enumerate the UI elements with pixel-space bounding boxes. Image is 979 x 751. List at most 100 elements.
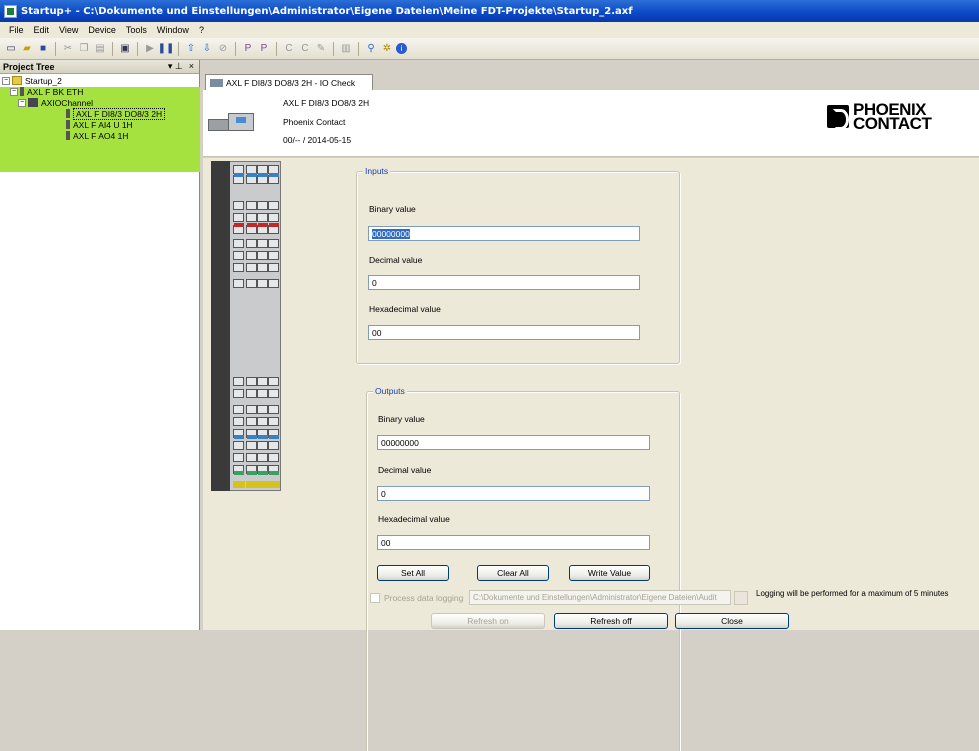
parameter-write-icon[interactable]: P xyxy=(257,42,271,56)
tree-item-module-selected[interactable]: AXL F DI8/3 DO8/3 2H xyxy=(66,107,166,120)
set-all-button[interactable]: Set All xyxy=(377,565,449,581)
module-terminal xyxy=(257,251,268,260)
tree-item-project[interactable]: − Startup_2 xyxy=(2,75,62,86)
menu-window[interactable]: Window xyxy=(152,25,194,35)
menu-help[interactable]: ? xyxy=(194,25,209,35)
clear-all-button[interactable]: Clear All xyxy=(477,565,549,581)
module-terminal xyxy=(257,417,268,426)
module-picture xyxy=(211,161,281,496)
module-terminal xyxy=(246,405,257,414)
device-vendor: Phoenix Contact xyxy=(283,117,346,127)
module-terminal xyxy=(246,417,257,426)
toolbar-separator xyxy=(276,41,277,56)
menu-tools[interactable]: Tools xyxy=(121,25,152,35)
info-icon[interactable]: i xyxy=(396,43,407,54)
tree-item-bus-coupler[interactable]: − AXL F BK ETH xyxy=(10,86,83,97)
copy-icon[interactable]: ❐ xyxy=(77,42,91,56)
inputs-decimal-field[interactable]: 0 xyxy=(368,275,640,290)
refresh-on-button[interactable]: Refresh on xyxy=(431,613,545,629)
module-terminal xyxy=(257,213,268,222)
upload-icon[interactable]: ⇧ xyxy=(184,42,198,56)
module-terminal xyxy=(246,239,257,248)
browse-folder-icon[interactable] xyxy=(734,591,748,605)
menu-device[interactable]: Device xyxy=(83,25,121,35)
close-button[interactable]: Close xyxy=(675,613,789,629)
module-blue-marker xyxy=(258,173,268,177)
play-icon[interactable]: ▶ xyxy=(143,42,157,56)
collapse-icon[interactable]: − xyxy=(2,76,10,85)
tree-item-module[interactable]: AXL F AO4 1H xyxy=(66,130,128,141)
tab-io-check[interactable]: AXL F DI8/3 DO8/3 2H - IO Check xyxy=(205,74,373,90)
module-terminal xyxy=(246,389,257,398)
cut-icon[interactable]: ✂ xyxy=(61,42,75,56)
module-terminal xyxy=(246,251,257,260)
new-icon[interactable]: ▭ xyxy=(4,42,18,56)
close-icon[interactable]: × xyxy=(189,61,194,72)
module-terminal xyxy=(233,201,244,210)
outputs-group: Outputs Binary value 00000000 Decimal va… xyxy=(366,386,680,751)
module-green-marker xyxy=(258,471,268,475)
download-icon[interactable]: ⇩ xyxy=(200,42,214,56)
module-terminal xyxy=(257,239,268,248)
inputs-binary-field[interactable]: 00000000 xyxy=(368,226,640,241)
connect-icon[interactable]: C xyxy=(282,42,296,56)
write-value-button[interactable]: Write Value xyxy=(569,565,650,581)
module-terminal xyxy=(233,251,244,260)
menu-view[interactable]: View xyxy=(54,25,83,35)
module-terminal xyxy=(233,389,244,398)
tools-icon[interactable]: ✎ xyxy=(314,42,328,56)
module-terminal xyxy=(268,263,279,272)
phoenix-contact-logo: PHOENIX CONTACT xyxy=(827,101,973,132)
module-terminal xyxy=(268,279,279,288)
tree-item-channel[interactable]: − AXIOChannel xyxy=(18,97,93,108)
module-tab-icon xyxy=(210,78,223,87)
io-check-content: Inputs Binary value 00000000 Decimal val… xyxy=(203,158,979,751)
inputs-group: Inputs Binary value 00000000 Decimal val… xyxy=(356,166,680,364)
module-terminal xyxy=(233,279,244,288)
inputs-decimal-label: Decimal value xyxy=(369,255,423,265)
module-red-marker xyxy=(234,223,244,227)
menu-bar: File Edit View Device Tools Window ? xyxy=(0,22,979,38)
process-data-logging-checkbox[interactable] xyxy=(370,593,380,603)
logging-note: Logging will be performed for a maximum … xyxy=(756,589,949,598)
module-icon xyxy=(66,120,70,129)
module-terminal xyxy=(233,377,244,386)
view-icon[interactable]: ▣ xyxy=(118,42,132,56)
module-terminal xyxy=(233,263,244,272)
disconnect-icon[interactable]: C xyxy=(298,42,312,56)
diagnostics-icon[interactable]: ▥ xyxy=(339,42,353,56)
collapse-icon[interactable]: − xyxy=(18,98,26,107)
save-icon[interactable]: ■ xyxy=(36,42,50,56)
tree-item-label: AXL F AO4 1H xyxy=(73,130,129,141)
outputs-decimal-field[interactable]: 0 xyxy=(377,486,650,501)
outputs-binary-field[interactable]: 00000000 xyxy=(377,435,650,450)
parameter-icon[interactable]: P xyxy=(241,42,255,56)
menu-edit[interactable]: Edit xyxy=(29,25,55,35)
search-icon[interactable]: ⚲ xyxy=(364,42,378,56)
module-terminal xyxy=(268,377,279,386)
open-icon[interactable]: ▰ xyxy=(20,42,34,56)
toolbar-separator xyxy=(112,41,113,56)
logging-path-field[interactable]: C:\Dokumente und Einstellungen\Administr… xyxy=(469,590,731,605)
module-terminal xyxy=(257,279,268,288)
collapse-icon[interactable]: − xyxy=(10,87,18,96)
inputs-hex-field[interactable]: 00 xyxy=(368,325,640,340)
paste-icon[interactable]: ▤ xyxy=(93,42,107,56)
settings-icon[interactable]: ✲ xyxy=(380,42,394,56)
module-icon xyxy=(66,109,70,118)
pause-icon[interactable]: ❚❚ xyxy=(158,42,175,56)
menu-file[interactable]: File xyxy=(4,25,29,35)
module-terminal xyxy=(233,213,244,222)
module-terminal xyxy=(233,441,244,450)
module-blue-marker xyxy=(258,435,268,439)
module-terminal xyxy=(268,441,279,450)
module-red-marker xyxy=(258,223,268,227)
tree-item-module[interactable]: AXL F AI4 U 1H xyxy=(66,119,133,130)
refresh-off-button[interactable]: Refresh off xyxy=(554,613,668,629)
outputs-hex-field[interactable]: 00 xyxy=(377,535,650,550)
pin-icon[interactable]: ▾ ⊥ xyxy=(168,61,183,72)
module-terminal xyxy=(246,377,257,386)
module-terminal xyxy=(268,389,279,398)
toolbar-separator xyxy=(333,41,334,56)
stop-icon[interactable]: ⊘ xyxy=(216,42,230,56)
